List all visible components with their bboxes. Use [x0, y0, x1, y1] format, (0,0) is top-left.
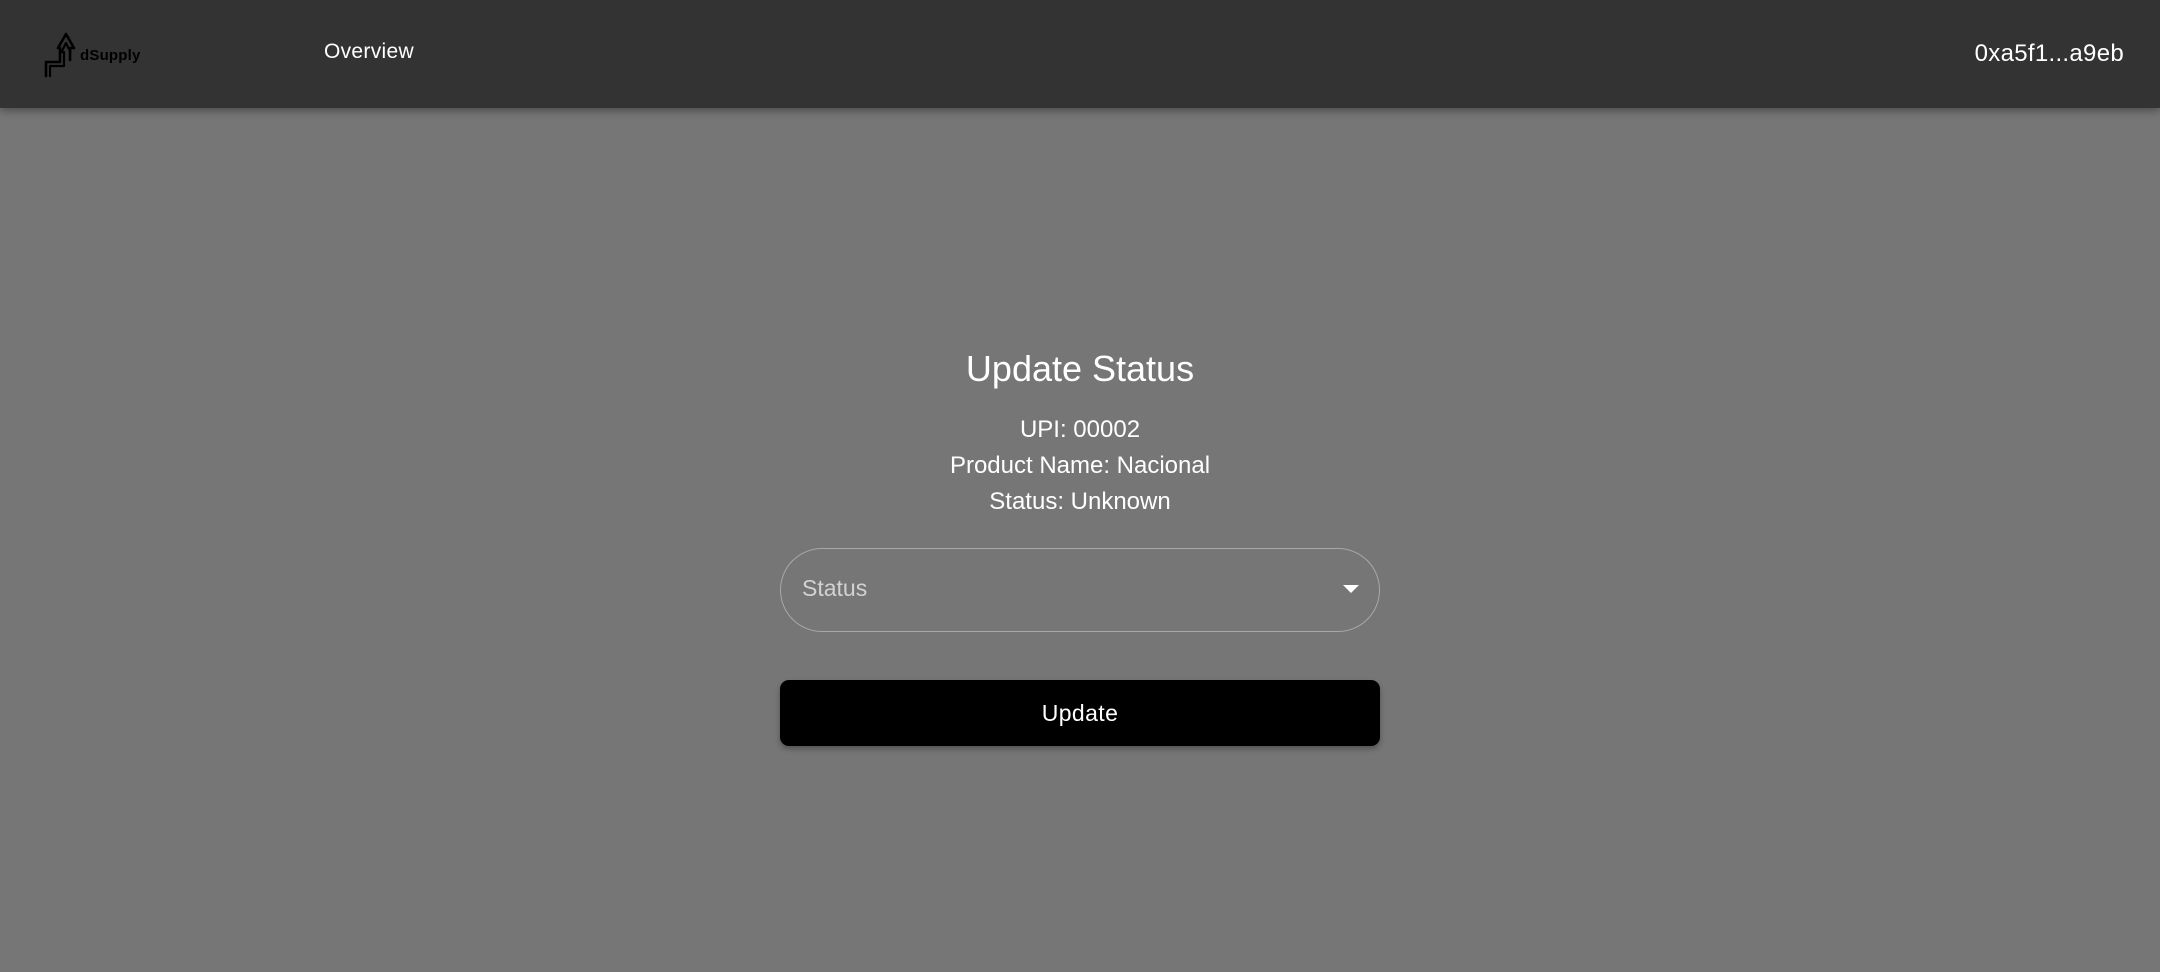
- product-name-text: Product Name: Nacional: [949, 452, 1211, 479]
- product-info: UPI: 00002 Product Name: Nacional Status…: [780, 412, 1380, 520]
- update-button[interactable]: Update: [780, 680, 1380, 746]
- current-status-text: Status: Unknown: [989, 488, 1171, 515]
- form-title: Update Status: [965, 348, 1195, 389]
- app-root: dSupply Overview 0xa5f1...a9eb Update St…: [0, 0, 2160, 972]
- logo-arrow-icon: [44, 32, 76, 78]
- top-navigation-bar: dSupply Overview 0xa5f1...a9eb: [0, 0, 2160, 108]
- upi-text: UPI: 00002: [1019, 416, 1141, 443]
- nav-link-overview[interactable]: Overview: [324, 40, 414, 64]
- update-status-form: Update Status UPI: 00002 Product Name: N…: [780, 340, 1380, 746]
- account-address[interactable]: 0xa5f1...a9eb: [1975, 40, 2124, 68]
- logo-text: dSupply: [80, 47, 141, 64]
- dropdown-arrow-icon: [1343, 585, 1359, 593]
- status-select[interactable]: Status: [780, 548, 1380, 632]
- dsupply-logo[interactable]: dSupply: [42, 30, 141, 78]
- status-select-placeholder: Status: [802, 575, 868, 601]
